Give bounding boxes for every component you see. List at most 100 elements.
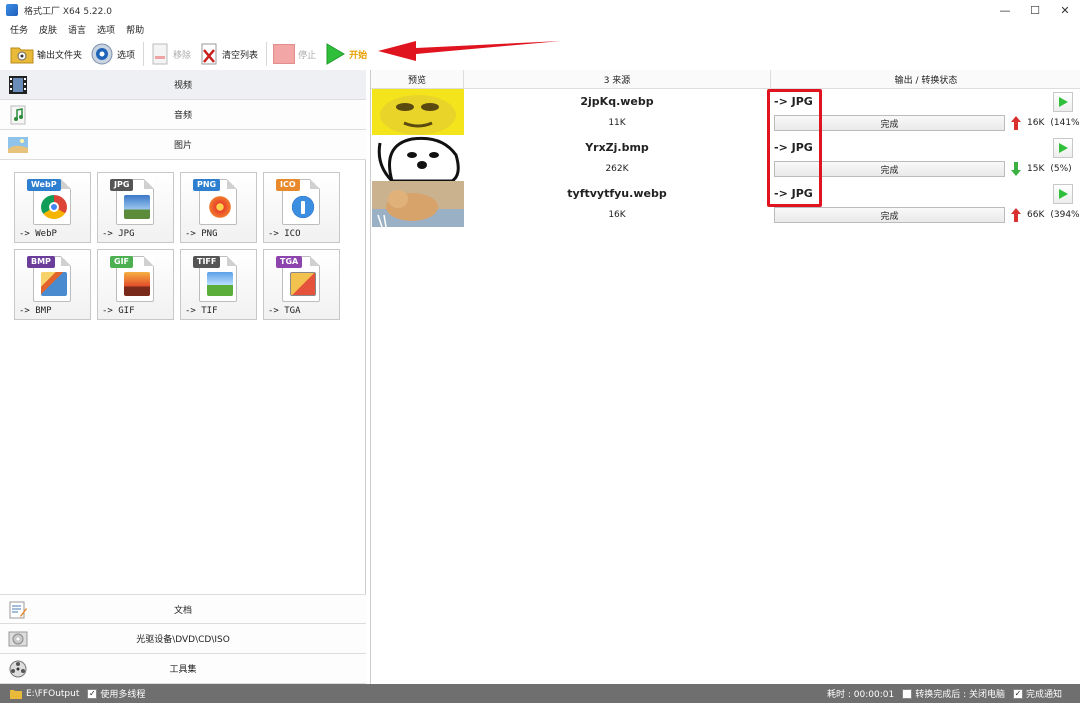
remove-button[interactable]: 移除 bbox=[150, 40, 191, 68]
folder-icon bbox=[10, 47, 34, 64]
category-video[interactable]: 视频 bbox=[0, 70, 366, 100]
play-button[interactable] bbox=[1053, 92, 1073, 112]
format-tag: TIFF bbox=[193, 256, 221, 268]
table-row[interactable]: 2jpKq.webp 11K -> JPG 完成 16K (141%) bbox=[371, 89, 1080, 135]
notify-checkbox[interactable]: ✓ 完成通知 bbox=[1012, 687, 1062, 700]
toolbar-divider bbox=[143, 42, 145, 66]
red-box-annotation bbox=[767, 89, 822, 207]
result-percent: (141%) bbox=[1050, 118, 1080, 128]
format-ico-label: -> ICO bbox=[268, 229, 301, 239]
menu-task[interactable]: 任务 bbox=[10, 23, 28, 36]
category-panel: 视频 音频 图片 WebP -> WebP JPG -> JPG PNG -> … bbox=[0, 70, 366, 684]
after-convert-checkbox[interactable]: 转换完成后 : 关闭电脑 bbox=[902, 687, 1005, 700]
source-file-name: tyftvytfyu.webp bbox=[567, 187, 667, 200]
column-source[interactable]: 3 来源 bbox=[464, 70, 771, 89]
minimize-button[interactable]: — bbox=[990, 0, 1020, 20]
tools-icon bbox=[7, 658, 29, 680]
output-path[interactable]: E:\FFOutput bbox=[10, 689, 79, 699]
format-tga-label: -> TGA bbox=[268, 306, 301, 316]
source-file-name: YrxZj.bmp bbox=[585, 141, 649, 154]
source-file-size: 262K bbox=[605, 164, 629, 174]
after-convert-label: 转换完成后 : 关闭电脑 bbox=[915, 690, 1005, 700]
category-audio[interactable]: 音频 bbox=[0, 100, 366, 130]
format-webp-label: -> WebP bbox=[19, 229, 57, 239]
conversion-status: 完成 bbox=[774, 207, 1005, 223]
format-webp-button[interactable]: WebP -> WebP bbox=[14, 172, 91, 243]
stop-button[interactable]: 停止 bbox=[273, 40, 316, 68]
thumbnail-preview bbox=[372, 89, 464, 135]
category-document[interactable]: 文档 bbox=[0, 594, 366, 624]
start-button[interactable]: 开始 bbox=[324, 40, 367, 68]
result-size: 66K (394%) bbox=[1011, 208, 1080, 222]
play-icon bbox=[1059, 97, 1068, 107]
play-icon bbox=[326, 43, 346, 65]
format-tag: WebP bbox=[27, 179, 61, 191]
thumbnail-preview bbox=[372, 181, 464, 227]
window-controls: — ☐ ✕ bbox=[990, 0, 1080, 20]
close-button[interactable]: ✕ bbox=[1050, 0, 1080, 20]
play-button[interactable] bbox=[1053, 184, 1073, 204]
menu-options[interactable]: 选项 bbox=[97, 23, 115, 36]
output-folder-button[interactable]: 输出文件夹 bbox=[10, 40, 82, 68]
sunset-icon bbox=[124, 272, 150, 296]
red-arrow-annotation bbox=[378, 41, 561, 61]
elapsed-time: 耗时 : 00:00:01 bbox=[827, 687, 894, 700]
format-jpg-label: -> JPG bbox=[102, 229, 135, 239]
title-bar: 格式工厂 X64 5.22.0 — ☐ ✕ bbox=[0, 0, 1080, 20]
picture-icon bbox=[7, 134, 29, 156]
multithread-checkbox[interactable]: ✓ 使用多线程 bbox=[87, 687, 145, 700]
category-optical[interactable]: 光驱设备\DVD\CD\ISO bbox=[0, 624, 366, 654]
result-percent: (394%) bbox=[1050, 210, 1080, 220]
play-button[interactable] bbox=[1053, 138, 1073, 158]
table-row[interactable]: YrxZj.bmp 262K -> JPG 完成 15K (5%) bbox=[371, 135, 1080, 181]
meadow-icon bbox=[207, 272, 233, 296]
format-tag: PNG bbox=[193, 179, 221, 191]
category-document-label: 文档 bbox=[173, 605, 192, 616]
play-icon bbox=[1059, 189, 1068, 199]
column-output[interactable]: 输出 / 转换状态 bbox=[771, 70, 1080, 89]
category-optical-label: 光驱设备\DVD\CD\ISO bbox=[136, 635, 230, 645]
window-title: 格式工厂 X64 5.22.0 bbox=[24, 6, 112, 17]
image-stack-icon bbox=[290, 272, 316, 296]
format-gif-button[interactable]: GIF -> GIF bbox=[97, 249, 174, 320]
film-icon bbox=[7, 74, 29, 96]
checkbox-unchecked bbox=[902, 688, 913, 699]
options-button[interactable]: 选项 bbox=[90, 40, 135, 68]
result-size-value: 66K bbox=[1027, 210, 1045, 220]
result-size: 15K (5%) bbox=[1011, 162, 1072, 176]
format-bmp-button[interactable]: BMP -> BMP bbox=[14, 249, 91, 320]
folder-icon bbox=[10, 689, 22, 699]
result-percent: (5%) bbox=[1050, 164, 1072, 174]
arrow-up-icon bbox=[1011, 116, 1021, 130]
format-png-button[interactable]: PNG -> PNG bbox=[180, 172, 257, 243]
result-size: 16K (141%) bbox=[1011, 116, 1080, 130]
category-audio-label: 音频 bbox=[173, 111, 192, 121]
maximize-button[interactable]: ☐ bbox=[1020, 0, 1050, 20]
remove-doc-icon bbox=[152, 43, 168, 65]
format-jpg-button[interactable]: JPG -> JPG bbox=[97, 172, 174, 243]
menu-help[interactable]: 帮助 bbox=[126, 23, 144, 36]
format-bmp-label: -> BMP bbox=[19, 306, 52, 316]
format-ico-button[interactable]: ICO -> ICO bbox=[263, 172, 340, 243]
table-row[interactable]: tyftvytfyu.webp 16K -> JPG 完成 66K (394%) bbox=[371, 181, 1080, 227]
chrome-icon bbox=[41, 195, 67, 219]
format-tag: BMP bbox=[27, 256, 55, 268]
notify-label: 完成通知 bbox=[1025, 690, 1062, 700]
clear-list-button[interactable]: 清空列表 bbox=[199, 40, 258, 68]
menu-language[interactable]: 语言 bbox=[68, 23, 86, 36]
category-picture[interactable]: 图片 bbox=[0, 130, 366, 160]
category-video-label: 视频 bbox=[173, 81, 192, 91]
format-tif-button[interactable]: TIFF -> TIF bbox=[180, 249, 257, 320]
column-preview[interactable]: 预览 bbox=[371, 70, 464, 89]
format-gif-label: -> GIF bbox=[102, 306, 135, 316]
flower-icon bbox=[207, 195, 233, 219]
category-tools[interactable]: 工具集 bbox=[0, 654, 366, 684]
app-icon bbox=[6, 4, 18, 16]
status-bar: E:\FFOutput ✓ 使用多线程 耗时 : 00:00:01 转换完成后 … bbox=[0, 684, 1080, 703]
music-note-icon bbox=[7, 104, 29, 126]
menu-skin[interactable]: 皮肤 bbox=[39, 23, 57, 36]
arrow-up-icon bbox=[1011, 208, 1021, 222]
checkbox-checked: ✓ bbox=[1012, 688, 1023, 699]
output-path-label: E:\FFOutput bbox=[26, 688, 80, 699]
format-tga-button[interactable]: TGA -> TGA bbox=[263, 249, 340, 320]
